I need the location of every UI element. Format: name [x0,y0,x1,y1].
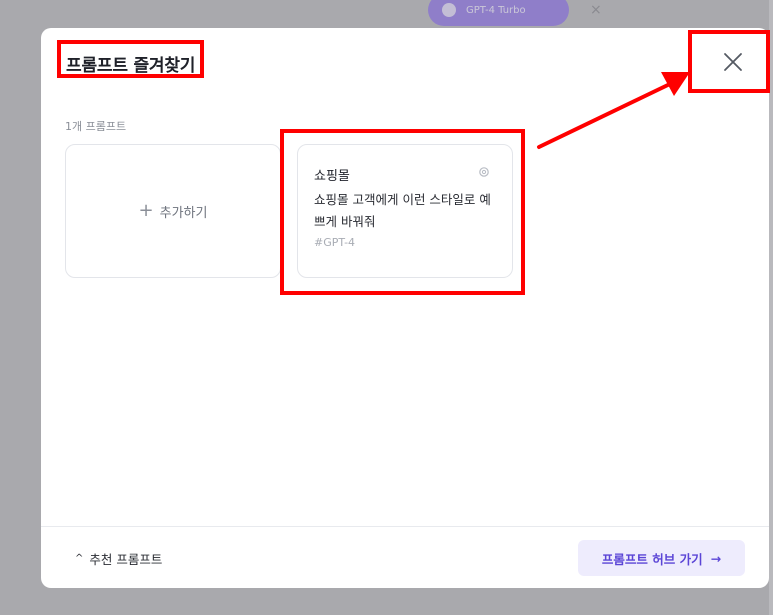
title-highlight-box [57,40,204,78]
favorites-modal [41,28,769,588]
add-prompt-card[interactable]: + 추가하기 [65,144,281,278]
footer-divider [41,526,769,527]
arrow-right-icon: → [710,550,722,566]
model-selector-pill: GPT-4 Turbo [428,0,569,26]
add-prompt-label: 추가하기 [159,205,208,221]
model-icon [442,3,456,17]
close-highlight-box [688,30,770,93]
plus-icon: + [138,200,154,221]
prompt-hub-label: 프롬프트 허브 가기 [601,551,703,567]
prompt-count-label: 1개 프롬프트 [65,120,127,133]
background-close-icon: × [590,2,602,18]
model-selector-label: GPT-4 Turbo [466,4,526,16]
recommended-prompts-toggle[interactable]: ^ 추천 프롬프트 [75,549,162,568]
recommended-prompts-label: 추천 프롬프트 [89,552,163,567]
chevron-up-icon: ^ [75,553,84,564]
card-highlight-box [280,129,525,295]
prompt-hub-button[interactable]: 프롬프트 허브 가기 → [578,540,745,576]
